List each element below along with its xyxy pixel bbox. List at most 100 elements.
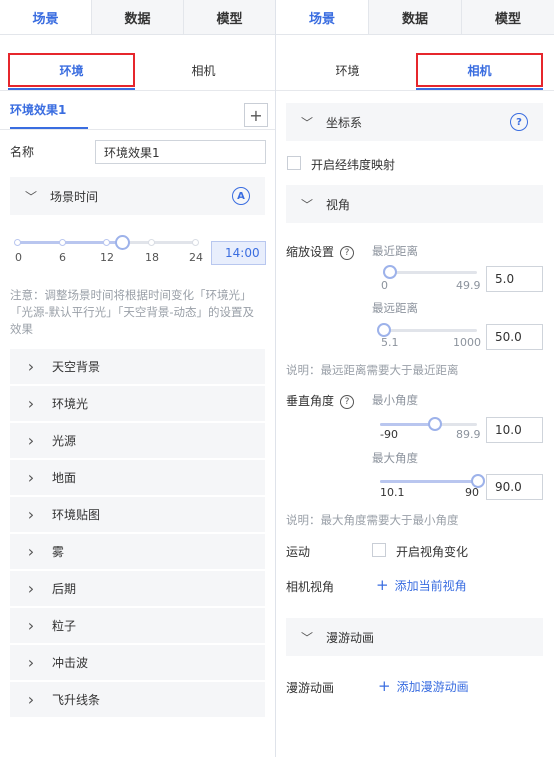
tab-model[interactable]: 模型 [184, 0, 275, 34]
tab-scene[interactable]: 场景 [276, 0, 369, 34]
help-icon[interactable]: ? [510, 113, 528, 131]
min-angle-label: 最小角度 [372, 393, 418, 407]
section-row[interactable]: › 飞升线条 [10, 682, 265, 718]
far-slider-handle[interactable] [377, 323, 391, 337]
section-label: 粒子 [52, 619, 77, 633]
time-tick-dot [192, 239, 199, 246]
section-row[interactable]: › 天空背景 [10, 349, 265, 385]
coord-system-title: 坐标系 [326, 115, 363, 130]
time-tick-label: 0 [15, 251, 22, 264]
max-angle-input[interactable]: 90.0 [486, 474, 543, 500]
far-distance-label: 最远距离 [372, 301, 418, 315]
section-row[interactable]: › 环境贴图 [10, 497, 265, 533]
tab-data[interactable]: 数据 [369, 0, 462, 34]
zoom-label-text: 缩放设置 [286, 245, 335, 259]
name-label: 名称 [10, 145, 35, 159]
right-sub-tabs: 环境 相机 [276, 35, 554, 91]
min-angle-slider-handle[interactable] [428, 417, 442, 431]
pitch-note: 说明：最大角度需要大于最小角度 [286, 513, 459, 527]
view-title: 视角 [326, 197, 351, 212]
subtab-camera[interactable]: 相机 [140, 53, 267, 87]
camera-view-label: 相机视角 [286, 580, 335, 594]
tab-env-effect-1[interactable]: 环境效果1 [10, 101, 66, 118]
section-label: 飞升线条 [52, 693, 101, 707]
section-row[interactable]: › 光源 [10, 423, 265, 459]
far-min: 5.1 [381, 336, 399, 349]
highlight-box [416, 53, 543, 87]
help-icon[interactable]: ? [340, 394, 355, 409]
section-row[interactable]: › 雾 [10, 534, 265, 570]
near-distance-label: 最近距离 [372, 244, 418, 258]
latlng-checkbox[interactable] [287, 156, 301, 170]
time-tick-label: 12 [100, 251, 114, 264]
tour-animation-header[interactable]: ﹀ 漫游动画 [286, 618, 543, 656]
section-row[interactable]: › 冲击波 [10, 645, 265, 681]
add-current-view-text: 添加当前视角 [394, 579, 467, 593]
section-label: 环境光 [52, 397, 89, 411]
add-current-view-link[interactable]: + 添加当前视角 [376, 576, 467, 594]
chevron-down-icon: ﹀ [300, 630, 313, 645]
max-angle-min: 10.1 [380, 486, 405, 499]
time-tick-label: 6 [59, 251, 66, 264]
time-tick-label: 18 [145, 251, 159, 264]
help-icon[interactable]: ? [340, 245, 355, 260]
name-input[interactable]: 环境效果1 [95, 140, 266, 164]
auto-icon[interactable]: A [232, 187, 250, 205]
section-label: 地面 [52, 471, 77, 485]
latlng-label: 开启经纬度映射 [311, 158, 396, 172]
chevron-right-icon: › [27, 505, 35, 524]
section-row[interactable]: › 地面 [10, 460, 265, 496]
subtab-camera[interactable]: 相机 [416, 53, 543, 90]
motion-checkbox-label: 开启视角变化 [396, 545, 469, 559]
subtab-environment[interactable]: 环境 [8, 53, 135, 90]
chevron-down-icon: ﹀ [300, 115, 313, 130]
section-label: 天空背景 [52, 360, 101, 374]
section-label: 冲击波 [52, 656, 89, 670]
scene-time-note: 注意：调整场景时间将根据时间变化「环境光」「光源-默认平行光」「天空背景-动态」… [10, 288, 255, 336]
chevron-right-icon: › [27, 616, 35, 635]
add-tour-animation-text: 添加漫游动画 [396, 680, 469, 694]
section-label: 后期 [52, 582, 77, 596]
near-slider-track[interactable] [383, 271, 477, 274]
min-angle-max: 89.9 [456, 428, 481, 441]
min-angle-input[interactable]: 10.0 [486, 417, 543, 443]
max-angle-max: 90 [465, 486, 479, 499]
max-angle-label: 最大角度 [372, 451, 418, 465]
time-slider-handle[interactable] [115, 235, 130, 250]
chevron-down-icon: ﹀ [300, 197, 313, 212]
far-slider-track[interactable] [383, 329, 477, 332]
tab-model[interactable]: 模型 [462, 0, 554, 34]
scene-time-header[interactable]: ﹀ 场景时间 [10, 177, 265, 215]
time-tick-dot [14, 239, 21, 246]
tab-data[interactable]: 数据 [92, 0, 184, 34]
plus-icon: + [376, 576, 389, 594]
left-top-tabs: 场景 数据 模型 [0, 0, 275, 35]
max-angle-slider-fill [380, 480, 477, 483]
section-row[interactable]: › 粒子 [10, 608, 265, 644]
scene-time-title: 场景时间 [50, 189, 99, 204]
motion-checkbox[interactable] [372, 543, 386, 557]
add-tour-animation-link[interactable]: + 添加漫游动画 [378, 677, 469, 695]
subtab-environment[interactable]: 环境 [284, 53, 411, 87]
time-tick-dot [103, 239, 110, 246]
near-distance-input[interactable]: 5.0 [486, 266, 543, 292]
section-row[interactable]: › 后期 [10, 571, 265, 607]
pitch-label-text: 垂直角度 [286, 394, 335, 408]
time-value-input[interactable]: 14:00 [211, 241, 266, 265]
highlight-box [8, 53, 135, 87]
tour-animation-label: 漫游动画 [286, 681, 335, 695]
chevron-right-icon: › [27, 431, 35, 450]
tab-scene[interactable]: 场景 [0, 0, 92, 34]
right-top-tabs: 场景 数据 模型 [276, 0, 554, 35]
view-header[interactable]: ﹀ 视角 [286, 185, 543, 223]
far-distance-input[interactable]: 50.0 [486, 324, 543, 350]
min-angle-min: -90 [380, 428, 398, 441]
add-env-effect-button[interactable]: + [244, 103, 268, 127]
time-tick-dot [59, 239, 66, 246]
coord-system-header[interactable]: ﹀ 坐标系 [286, 103, 543, 141]
near-slider-handle[interactable] [383, 265, 397, 279]
section-row[interactable]: › 环境光 [10, 386, 265, 422]
chevron-right-icon: › [27, 653, 35, 672]
right-panel: 场景 数据 模型 环境 相机 ﹀ 坐标系 ? 开启经纬度映射 ﹀ 视角 缩放设置… [276, 0, 554, 757]
far-max: 1000 [453, 336, 481, 349]
